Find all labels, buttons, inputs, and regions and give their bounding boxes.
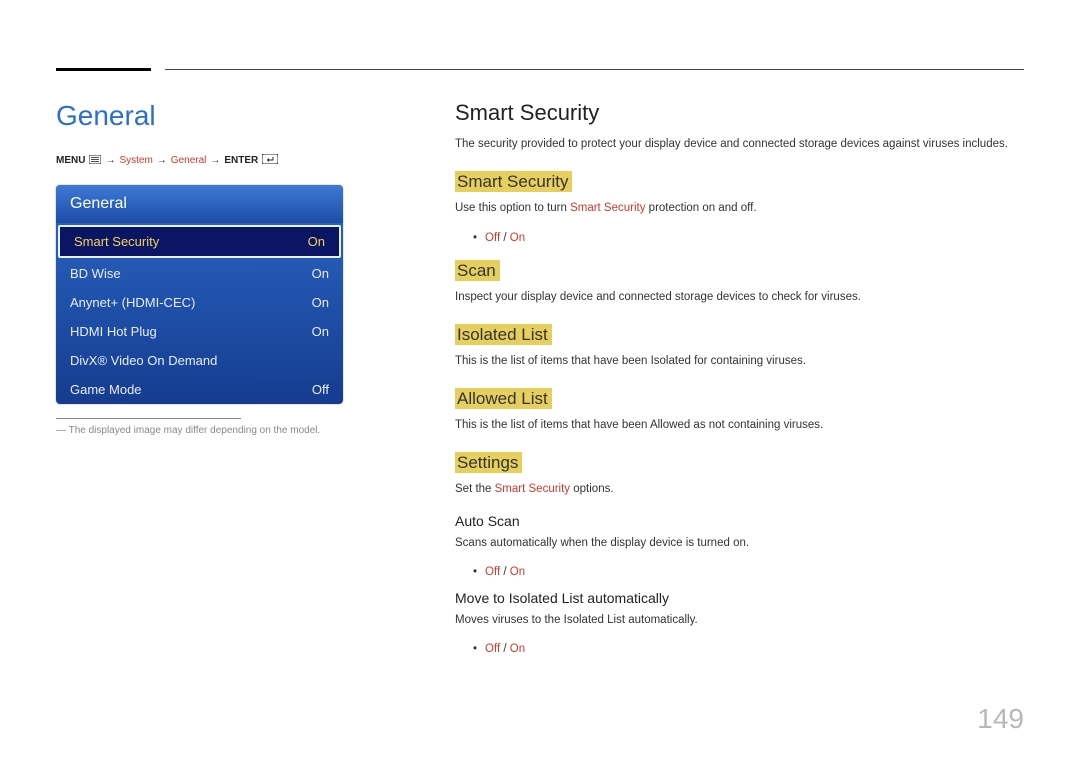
highlighted-heading: Allowed List xyxy=(455,388,552,409)
section-text: Moves viruses to the Isolated List autom… xyxy=(455,612,1025,629)
breadcrumb-arrow: → xyxy=(210,155,220,166)
section-text: Scans automatically when the display dev… xyxy=(455,535,1025,552)
highlighted-heading: Smart Security xyxy=(455,171,572,192)
breadcrumb-menu: MENU xyxy=(56,155,85,166)
menu-value: Off xyxy=(312,382,329,397)
section-text: Inspect your display device and connecte… xyxy=(455,289,1025,306)
menu-row[interactable]: Game Mode Off xyxy=(56,375,343,404)
intro-text: The security provided to protect your di… xyxy=(455,136,1025,153)
panel-header: General xyxy=(56,185,343,224)
sub-heading: Auto Scan xyxy=(455,513,1025,529)
menu-row[interactable]: DivX® Video On Demand xyxy=(56,346,343,375)
menu-value: On xyxy=(312,324,329,339)
footnote-rule xyxy=(56,418,241,419)
section-text: Use this option to turn Smart Security p… xyxy=(455,200,1025,217)
enter-icon xyxy=(262,154,278,167)
options-list: Off / On xyxy=(473,643,1025,655)
breadcrumb: MENU → System → General → ENTER xyxy=(56,154,356,167)
menu-value: On xyxy=(312,295,329,310)
section-title: Smart Security xyxy=(455,100,1025,126)
options-list: Off / On xyxy=(473,566,1025,578)
menu-label: Anynet+ (HDMI-CEC) xyxy=(70,295,195,310)
section-text: Set the Smart Security options. xyxy=(455,481,1025,498)
menu-label: Game Mode xyxy=(70,382,142,397)
header-accent-bar xyxy=(56,68,151,71)
header-rule xyxy=(165,69,1024,70)
menu-row[interactable]: Anynet+ (HDMI-CEC) On xyxy=(56,288,343,317)
page-number: 149 xyxy=(977,703,1024,735)
option-item: Off / On xyxy=(473,566,1025,578)
highlighted-heading: Isolated List xyxy=(455,324,552,345)
options-list: Off / On xyxy=(473,232,1025,244)
highlighted-heading: Scan xyxy=(455,260,500,281)
breadcrumb-enter: ENTER xyxy=(224,155,258,166)
menu-label: BD Wise xyxy=(70,266,121,281)
menu-label: DivX® Video On Demand xyxy=(70,353,217,368)
menu-panel: General Smart SecurityOnBD WiseOnAnynet+… xyxy=(56,185,343,404)
page-title: General xyxy=(56,100,356,132)
breadcrumb-system: System xyxy=(119,155,152,166)
menu-row[interactable]: Smart Security On xyxy=(58,225,341,258)
menu-value: On xyxy=(312,266,329,281)
sub-heading: Move to Isolated List automatically xyxy=(455,590,1025,606)
breadcrumb-arrow: → xyxy=(157,155,167,166)
left-column: General MENU → System → General → ENTER … xyxy=(56,100,356,436)
section-text: This is the list of items that have been… xyxy=(455,353,1025,370)
highlighted-heading: Settings xyxy=(455,452,522,473)
breadcrumb-general: General xyxy=(171,155,207,166)
menu-icon xyxy=(89,155,101,167)
option-item: Off / On xyxy=(473,643,1025,655)
right-column: Smart Security The security provided to … xyxy=(455,100,1025,667)
menu-label: HDMI Hot Plug xyxy=(70,324,157,339)
menu-label: Smart Security xyxy=(74,234,159,249)
menu-value: On xyxy=(308,234,325,249)
menu-row[interactable]: HDMI Hot Plug On xyxy=(56,317,343,346)
section-text: This is the list of items that have been… xyxy=(455,417,1025,434)
footnote: ― The displayed image may differ dependi… xyxy=(56,425,356,436)
menu-row[interactable]: BD Wise On xyxy=(56,259,343,288)
option-item: Off / On xyxy=(473,232,1025,244)
breadcrumb-arrow: → xyxy=(105,155,115,166)
